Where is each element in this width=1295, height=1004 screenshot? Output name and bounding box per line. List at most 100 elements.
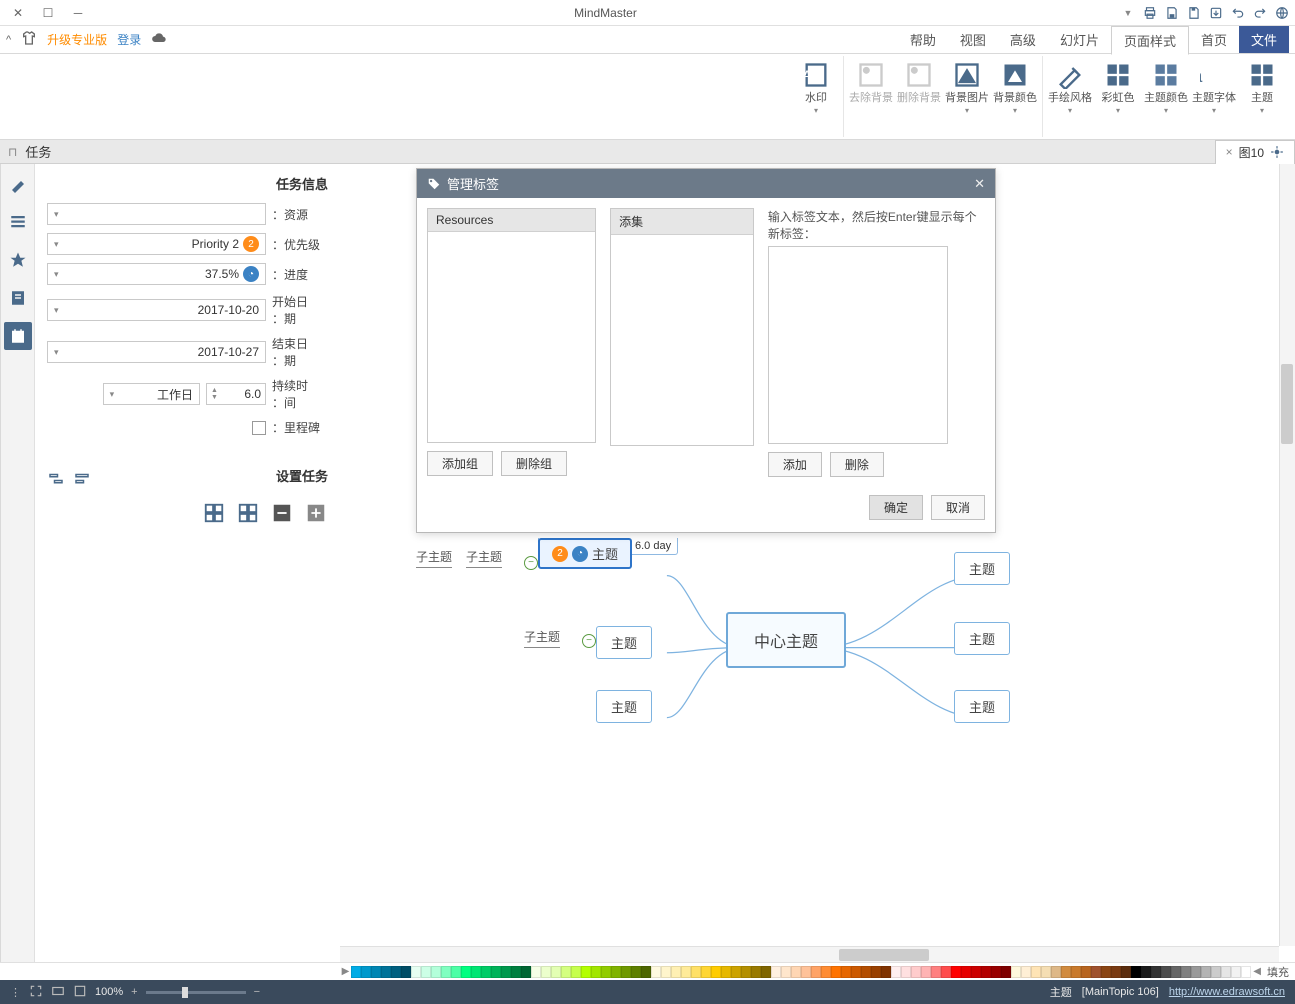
sidetab-format[interactable] <box>4 170 32 198</box>
color-strip-right[interactable]: ▶ <box>340 966 352 977</box>
ribbon-btn-theme[interactable]: 主题▾ <box>1241 58 1283 115</box>
zoom-out-btn[interactable]: − <box>254 986 260 998</box>
color-swatch[interactable] <box>601 966 611 978</box>
color-swatch[interactable] <box>1181 966 1191 978</box>
color-swatch[interactable] <box>981 966 991 978</box>
color-swatch[interactable] <box>991 966 1001 978</box>
color-swatch[interactable] <box>731 966 741 978</box>
duration-unit-select[interactable]: 工作日▾ <box>103 383 200 405</box>
color-swatch[interactable] <box>1241 966 1251 978</box>
end-date-input[interactable]: 2017-10-27▾ <box>47 341 266 363</box>
more-icon[interactable]: ⋮ <box>10 986 21 999</box>
zoom-in-btn[interactable]: + <box>131 986 137 998</box>
color-swatch[interactable] <box>1021 966 1031 978</box>
login-link[interactable]: 登录 <box>117 31 141 48</box>
color-swatch[interactable] <box>501 966 511 978</box>
menu-tab-view[interactable]: 视图 <box>948 26 998 53</box>
color-swatch[interactable] <box>811 966 821 978</box>
ribbon-btn-bg-color[interactable]: 背景颜色▾ <box>994 58 1036 115</box>
color-swatch[interactable] <box>571 966 581 978</box>
collapse-toggle[interactable]: − <box>524 556 538 570</box>
color-swatch[interactable] <box>371 966 381 978</box>
pin-icon[interactable]: ⊓ <box>8 145 17 159</box>
window-maximize[interactable]: ☐ <box>34 0 62 26</box>
color-swatch[interactable] <box>1141 966 1151 978</box>
subtopic-node[interactable]: 子主题 <box>524 628 560 648</box>
dialog-ok-btn[interactable]: 确定 <box>869 495 923 520</box>
task-tool-icon[interactable] <box>73 470 91 491</box>
collapse-ribbon-icon[interactable]: ^ <box>6 34 11 46</box>
ribbon-btn-bg-image[interactable]: 背景图片▾ <box>946 58 988 115</box>
color-swatch[interactable] <box>381 966 391 978</box>
ribbon-btn-del-bg[interactable]: 去除背景 <box>850 58 892 104</box>
save-as-icon[interactable] <box>1185 4 1203 22</box>
color-swatch[interactable] <box>1011 966 1021 978</box>
color-swatch[interactable] <box>961 966 971 978</box>
set-grid2-icon[interactable] <box>202 501 226 525</box>
sidetab-task[interactable] <box>4 322 32 350</box>
color-swatch[interactable] <box>881 966 891 978</box>
start-date-input[interactable]: 2017-10-20▾ <box>47 299 266 321</box>
color-swatch[interactable] <box>1151 966 1161 978</box>
color-swatch[interactable] <box>421 966 431 978</box>
color-swatch[interactable] <box>521 966 531 978</box>
tagset-list[interactable]: 添集 <box>610 208 754 446</box>
selected-topic-node[interactable]: 2 ◔ 主题 10/20 - 10/27 : 6.0 day <box>538 538 678 555</box>
color-swatch[interactable] <box>951 966 961 978</box>
menu-tab-home[interactable]: 首页 <box>1189 26 1239 53</box>
color-swatch[interactable] <box>941 966 951 978</box>
ribbon-btn-rainbow[interactable]: 彩虹色▾ <box>1097 58 1139 115</box>
dialog-cancel-btn[interactable]: 取消 <box>931 495 985 520</box>
color-swatch[interactable] <box>1231 966 1241 978</box>
color-swatch[interactable] <box>701 966 711 978</box>
dropdown-icon[interactable]: ▼ <box>1119 4 1137 22</box>
color-swatch[interactable] <box>391 966 401 978</box>
status-url[interactable]: http://www.edrawsoft.cn <box>1169 986 1285 998</box>
color-swatch[interactable] <box>841 966 851 978</box>
fit-page-icon[interactable] <box>73 984 87 1001</box>
fit-width-icon[interactable] <box>51 984 65 1001</box>
color-swatch[interactable] <box>851 966 861 978</box>
color-swatch[interactable] <box>691 966 701 978</box>
resources-list[interactable]: Resources <box>427 208 596 443</box>
menu-tab-pagestyle[interactable]: 页面样式 <box>1111 26 1189 55</box>
color-swatch[interactable] <box>591 966 601 978</box>
color-swatch[interactable] <box>821 966 831 978</box>
sidetab-clipart[interactable] <box>4 284 32 312</box>
zoom-slider[interactable] <box>146 991 246 994</box>
color-swatch[interactable] <box>1131 966 1141 978</box>
color-swatch[interactable] <box>1091 966 1101 978</box>
h-scrollbar[interactable] <box>340 946 1279 962</box>
color-swatch[interactable] <box>671 966 681 978</box>
duration-spinner[interactable]: 6.0▲▼ <box>206 383 266 405</box>
color-swatch[interactable] <box>901 966 911 978</box>
color-swatch[interactable] <box>911 966 921 978</box>
color-swatch[interactable] <box>681 966 691 978</box>
globe-icon[interactable] <box>1273 4 1291 22</box>
color-swatch[interactable] <box>401 966 411 978</box>
color-swatch[interactable] <box>621 966 631 978</box>
fullscreen-icon[interactable] <box>29 984 43 1001</box>
color-swatch[interactable] <box>741 966 751 978</box>
color-swatch[interactable] <box>511 966 521 978</box>
tag-delete-btn[interactable]: 删除 <box>830 452 884 477</box>
color-swatch[interactable] <box>641 966 651 978</box>
canvas-area[interactable]: 中心主题 主题 主题 主题 2 ◔ 主题 10/20 - 1 <box>340 164 1295 962</box>
color-swatch[interactable] <box>781 966 791 978</box>
menu-tab-slides[interactable]: 幻灯片 <box>1048 26 1111 53</box>
color-swatch[interactable] <box>1051 966 1061 978</box>
redo-icon[interactable] <box>1251 4 1269 22</box>
color-swatch[interactable] <box>611 966 621 978</box>
color-swatch[interactable] <box>1031 966 1041 978</box>
color-swatch[interactable] <box>1171 966 1181 978</box>
milestone-checkbox[interactable] <box>252 421 266 435</box>
tag-input-textarea[interactable] <box>768 246 948 444</box>
menu-tab-help[interactable]: 帮助 <box>898 26 948 53</box>
shirt-icon[interactable] <box>21 30 37 49</box>
color-swatch[interactable] <box>541 966 551 978</box>
doc-tab-close[interactable]: × <box>1226 145 1233 159</box>
color-swatch[interactable] <box>1201 966 1211 978</box>
color-swatch[interactable] <box>471 966 481 978</box>
set-add-icon[interactable] <box>304 501 328 525</box>
color-swatch[interactable] <box>1161 966 1171 978</box>
